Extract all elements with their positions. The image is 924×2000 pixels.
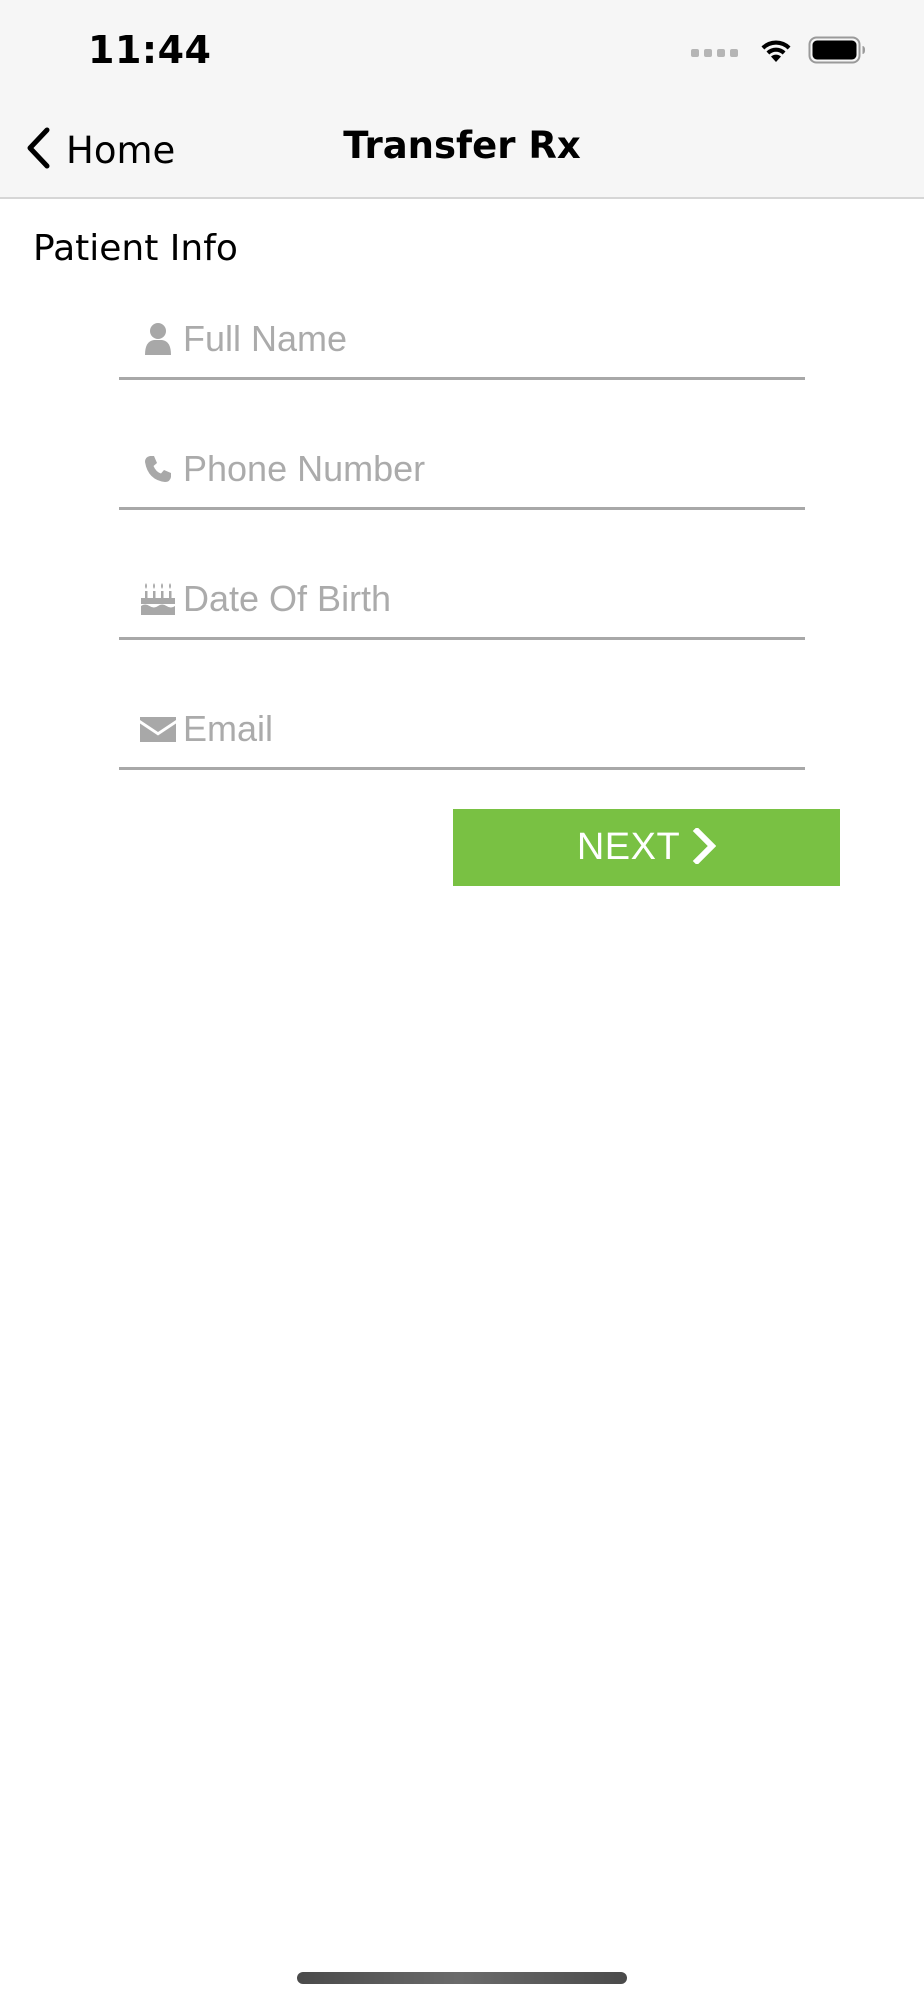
wifi-icon bbox=[758, 36, 794, 69]
battery-icon bbox=[808, 36, 866, 69]
phone-number-field-row bbox=[119, 430, 805, 510]
section-title: Patient Info bbox=[33, 228, 238, 269]
status-time: 11:44 bbox=[88, 28, 212, 72]
back-button[interactable]: Home bbox=[24, 122, 175, 178]
signal-icon bbox=[691, 48, 738, 57]
full-name-field-row bbox=[119, 300, 805, 380]
chevron-right-icon bbox=[692, 826, 717, 867]
back-label: Home bbox=[66, 128, 176, 172]
email-input[interactable] bbox=[183, 707, 783, 750]
phone-number-input[interactable] bbox=[183, 447, 783, 490]
home-indicator[interactable] bbox=[297, 1972, 627, 1984]
next-button[interactable]: NEXT bbox=[453, 809, 840, 886]
status-icons bbox=[691, 36, 866, 69]
date-of-birth-input[interactable] bbox=[183, 577, 783, 620]
envelope-icon bbox=[139, 710, 177, 748]
birthday-cake-icon bbox=[139, 580, 177, 618]
transfer-rx-screen: 11:44 Home Transfer Rx Patient Info Full… bbox=[0, 0, 924, 2000]
top-bar: 11:44 Home Transfer Rx bbox=[0, 0, 924, 199]
email-field-row bbox=[119, 690, 805, 770]
user-icon bbox=[139, 320, 177, 358]
phone-icon bbox=[139, 450, 177, 488]
date-of-birth-field-row bbox=[119, 560, 805, 640]
next-button-label: NEXT bbox=[576, 826, 681, 868]
chevron-left-icon bbox=[24, 126, 52, 175]
full-name-input[interactable] bbox=[183, 317, 783, 360]
